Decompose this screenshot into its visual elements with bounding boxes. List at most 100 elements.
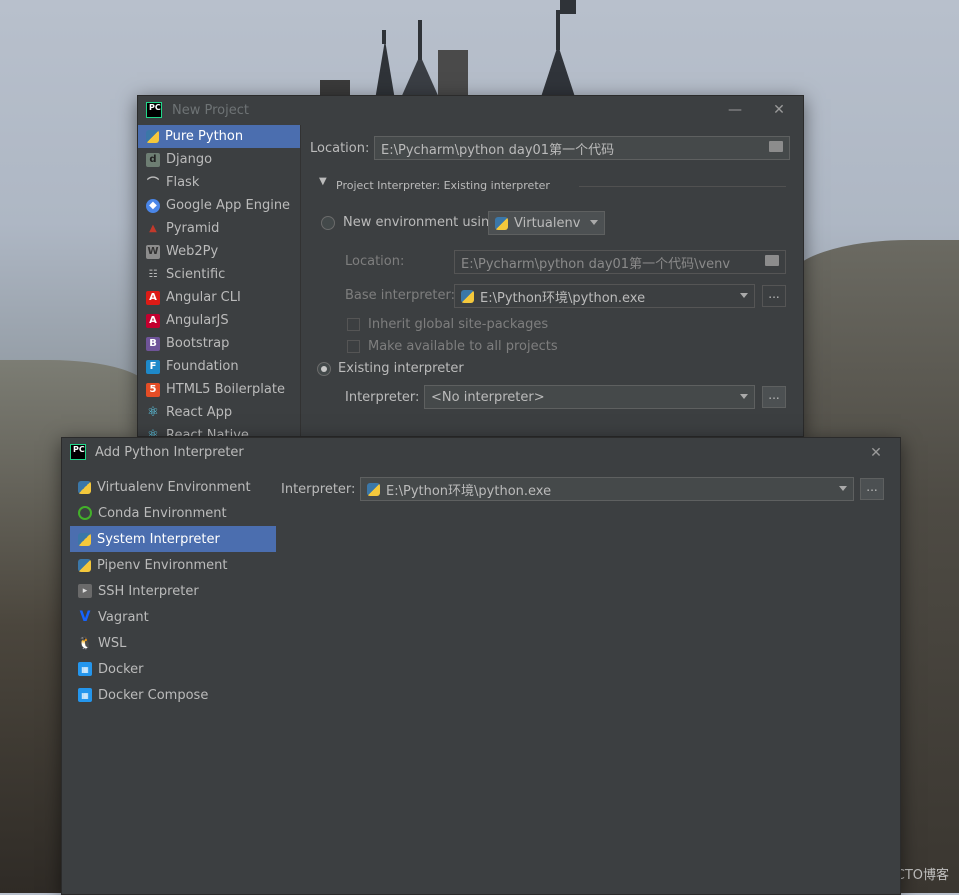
interpreter-type-virtualenv[interactable]: Virtualenv Environment <box>70 474 276 500</box>
base-interpreter-value: E:\Python环境\python.exe <box>480 290 646 306</box>
base-interpreter-dropdown[interactable]: E:\Python环境\python.exe <box>454 284 755 308</box>
interpreter-type-pipenv[interactable]: Pipenv Environment <box>70 552 276 578</box>
interpreter-type-label: WSL <box>98 635 127 651</box>
existing-interpreter-radio[interactable] <box>317 362 331 376</box>
project-type-label: Google App Engine <box>166 198 291 213</box>
interpreter-label: Interpreter: <box>345 390 420 405</box>
python-icon <box>78 532 91 546</box>
foundation-icon: F <box>146 359 160 374</box>
env-location-input[interactable]: E:\Pycharm\python day01第一个代码\venv <box>454 250 786 274</box>
pyramid-icon: ▲ <box>149 223 157 234</box>
project-type-label: Angular CLI <box>166 290 241 305</box>
project-type-web2py[interactable]: W Web2Py <box>138 240 300 263</box>
chevron-down-icon <box>740 394 748 399</box>
add-interpreter-titlebar[interactable]: PC Add Python Interpreter ✕ <box>62 438 900 466</box>
interpreter-type-system[interactable]: System Interpreter <box>70 526 276 552</box>
new-project-titlebar[interactable]: PC New Project — ✕ <box>138 96 803 124</box>
project-type-label: React Native <box>166 428 249 436</box>
google-app-engine-icon: ◆ <box>146 198 160 213</box>
base-interpreter-browse-button[interactable]: ... <box>762 285 786 307</box>
new-environment-radio[interactable] <box>321 216 335 230</box>
make-available-label[interactable]: Make available to all projects <box>368 339 558 354</box>
project-type-react-app[interactable]: ⚛ React App <box>138 401 300 424</box>
project-type-pure-python[interactable]: Pure Python <box>138 125 300 148</box>
project-type-pyramid[interactable]: ▲ Pyramid <box>138 217 300 240</box>
interpreter-label: Interpreter: <box>281 482 356 497</box>
inherit-packages-checkbox[interactable] <box>347 318 360 331</box>
project-type-label: Flask <box>166 175 200 190</box>
project-type-label: Scientific <box>166 267 226 282</box>
html5-icon: 5 <box>146 382 160 397</box>
project-type-label: Pyramid <box>166 221 220 236</box>
interpreter-browse-button[interactable]: ... <box>762 386 786 408</box>
system-interpreter-dropdown[interactable]: E:\Python环境\python.exe <box>360 477 854 501</box>
interpreter-type-label: Docker <box>98 661 144 677</box>
add-python-interpreter-window: PC Add Python Interpreter ✕ Virtualenv E… <box>61 437 901 895</box>
project-type-react-native[interactable]: ⚛ React Native <box>138 424 300 436</box>
inherit-packages-label[interactable]: Inherit global site-packages <box>368 317 548 332</box>
interpreter-section-title[interactable]: Project Interpreter: Existing interprete… <box>336 179 550 192</box>
location-label: Location: <box>310 141 370 156</box>
project-type-label: Pure Python <box>165 129 244 144</box>
angularjs-icon: A <box>146 313 160 328</box>
web2py-icon: W <box>146 244 160 259</box>
project-type-bootstrap[interactable]: B Bootstrap <box>138 332 300 355</box>
interpreter-type-docker-compose[interactable]: ▦ Docker Compose <box>70 682 276 708</box>
interpreter-type-label: Pipenv Environment <box>97 557 228 573</box>
interpreter-dropdown[interactable]: <No interpreter> <box>424 385 755 409</box>
project-type-scientific[interactable]: ☷ Scientific <box>138 263 300 286</box>
make-available-checkbox[interactable] <box>347 340 360 353</box>
project-type-angularjs[interactable]: A AngularJS <box>138 309 300 332</box>
virtualenv-icon <box>495 216 508 230</box>
docker-icon: ▦ <box>78 662 92 676</box>
pipenv-icon <box>78 558 91 572</box>
env-location-value: E:\Pycharm\python day01第一个代码\venv <box>461 256 731 272</box>
interpreter-type-docker[interactable]: ▦ Docker <box>70 656 276 682</box>
project-type-flask[interactable]: ⌒ Flask <box>138 171 300 194</box>
angular-cli-icon: A <box>146 290 160 305</box>
react-icon: ⚛ <box>147 428 159 436</box>
interpreter-value: <No interpreter> <box>431 389 545 405</box>
new-project-settings-panel: Location: E:\Pycharm\python day01第一个代码 ▼… <box>301 125 803 436</box>
system-interpreter-browse-button[interactable]: ... <box>860 478 884 500</box>
environment-tool-dropdown[interactable]: Virtualenv <box>488 211 605 235</box>
location-value: E:\Pycharm\python day01第一个代码 <box>381 142 615 158</box>
django-icon: d <box>146 152 160 167</box>
new-environment-label[interactable]: New environment using <box>343 215 498 230</box>
interpreter-type-wsl[interactable]: 🐧 WSL <box>70 630 276 656</box>
virtualenv-icon <box>78 480 91 494</box>
location-input[interactable]: E:\Pycharm\python day01第一个代码 <box>374 136 790 160</box>
minimize-button[interactable]: — <box>727 102 743 118</box>
castle-towers-illustration <box>320 0 576 100</box>
python-icon <box>461 289 474 303</box>
project-type-angular-cli[interactable]: A Angular CLI <box>138 286 300 309</box>
interpreter-type-conda[interactable]: Conda Environment <box>70 500 276 526</box>
project-type-google-app-engine[interactable]: ◆ Google App Engine <box>138 194 300 217</box>
pycharm-logo-icon: PC <box>70 444 86 460</box>
folder-icon[interactable] <box>765 255 779 266</box>
project-type-label: Web2Py <box>166 244 219 259</box>
python-icon <box>367 482 380 496</box>
docker-icon: ▦ <box>78 688 92 702</box>
close-button[interactable]: ✕ <box>868 445 884 461</box>
close-button[interactable]: ✕ <box>771 102 787 118</box>
new-project-window: PC New Project — ✕ Pure Python d Django … <box>137 95 804 437</box>
interpreter-type-vagrant[interactable]: V Vagrant <box>70 604 276 630</box>
section-divider <box>579 186 786 187</box>
flask-icon: ⌒ <box>146 176 159 190</box>
interpreter-type-ssh[interactable]: ▸ SSH Interpreter <box>70 578 276 604</box>
project-type-django[interactable]: d Django <box>138 148 300 171</box>
folder-icon[interactable] <box>769 141 783 152</box>
project-type-html5-boilerplate[interactable]: 5 HTML5 Boilerplate <box>138 378 300 401</box>
chevron-down-icon <box>590 220 598 225</box>
interpreter-type-label: Docker Compose <box>98 687 209 703</box>
project-type-label: HTML5 Boilerplate <box>166 382 285 397</box>
existing-interpreter-label[interactable]: Existing interpreter <box>338 361 464 376</box>
interpreter-type-label: Virtualenv Environment <box>97 479 251 495</box>
project-type-foundation[interactable]: F Foundation <box>138 355 300 378</box>
linux-icon: 🐧 <box>77 636 93 650</box>
interpreter-type-label: System Interpreter <box>97 531 220 547</box>
system-interpreter-value: E:\Python环境\python.exe <box>386 483 552 499</box>
collapse-triangle-icon[interactable]: ▼ <box>319 176 327 187</box>
conda-icon <box>78 506 92 520</box>
